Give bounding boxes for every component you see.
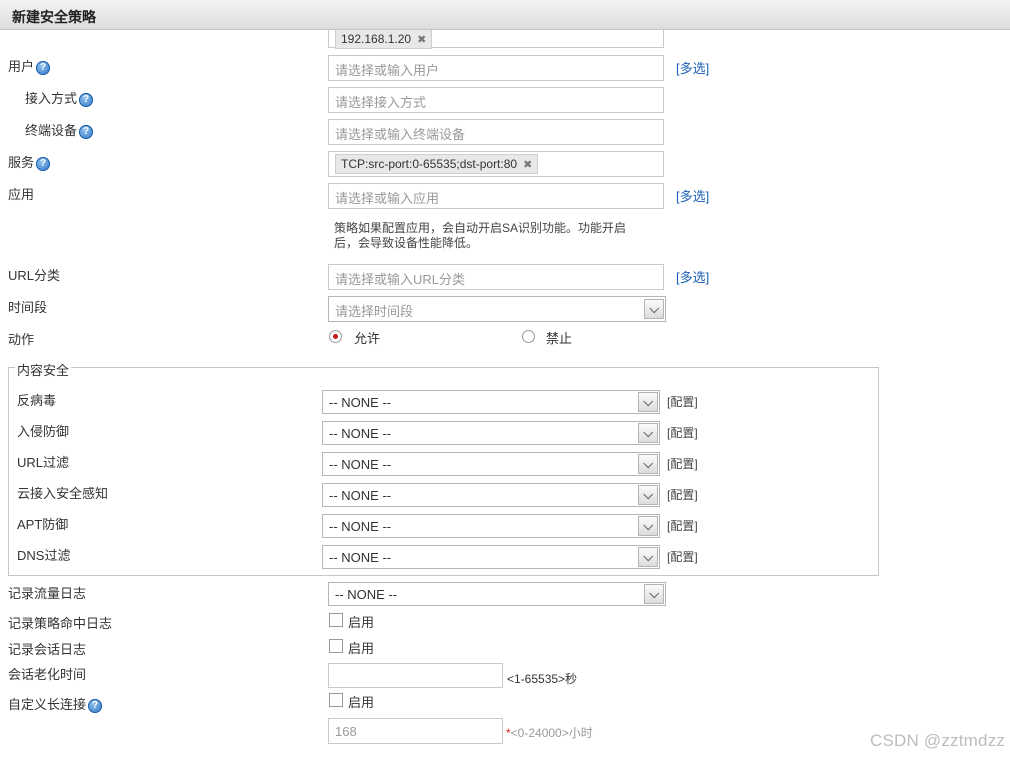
policy-hit-log-checkbox-label: 启用 [348,615,375,630]
ips-label: 入侵防御 [17,424,70,439]
chevron-down-icon[interactable] [644,584,664,604]
watermark: CSDN @zztmdzz [870,731,1006,750]
help-icon[interactable]: ? [36,60,51,75]
application-note: 策略如果配置应用，会自动开启SA识别功能。功能开启 后，会导致设备性能降低。 [334,221,627,250]
remove-tag-icon[interactable]: ✖ [523,159,532,171]
user-label: 用户? [8,56,51,75]
help-icon[interactable]: ? [88,698,103,713]
ips-select[interactable]: -- NONE -- [322,421,660,445]
dns-filter-config-link[interactable]: [配置] [667,548,698,565]
policy-hit-log-label: 记录策略命中日志 [8,616,113,631]
cloud-security-select[interactable]: -- NONE -- [322,483,660,507]
chevron-down-icon[interactable] [638,423,658,443]
long-connection-hours-input[interactable]: 168 [328,718,503,744]
long-connection-range: *<0-24000>小时 [506,726,593,740]
chevron-down-icon[interactable] [638,485,658,505]
terminal-device-input[interactable]: 请选择或输入终端设备 [328,119,664,145]
antivirus-select[interactable]: -- NONE -- [322,390,660,414]
session-aging-range: <1-65535>秒 [507,672,578,686]
cloud-security-label: 云接入安全感知 [17,486,109,501]
application-multi-select-link[interactable]: [多选] [676,186,709,205]
service-tag: TCP:src-port:0-65535;dst-port:80 ✖ [335,154,539,174]
dns-filter-select[interactable]: -- NONE -- [322,545,660,569]
time-range-select[interactable]: 请选择时间段 [328,296,666,322]
chevron-down-icon[interactable] [638,516,658,536]
remove-tag-icon[interactable]: ✖ [417,34,426,46]
url-filter-select[interactable]: -- NONE -- [322,452,660,476]
access-mode-input[interactable]: 请选择接入方式 [328,87,664,113]
dialog-title: 新建安全策略 [0,0,1010,30]
dns-filter-label: DNS过滤 [17,548,71,563]
allow-radio[interactable] [329,330,342,343]
source-address-tag: 192.168.1.20 ✖ [335,29,433,49]
session-log-label: 记录会话日志 [8,642,87,657]
deny-radio-label: 禁止 [546,331,573,346]
help-icon[interactable]: ? [79,92,94,107]
terminal-device-label: 终端设备? [25,120,94,139]
session-aging-label: 会话老化时间 [8,667,87,682]
service-input[interactable]: TCP:src-port:0-65535;dst-port:80 ✖ [328,151,664,177]
access-mode-label: 接入方式? [25,88,94,107]
traffic-log-select[interactable]: -- NONE -- [328,582,666,606]
traffic-log-label: 记录流量日志 [8,586,87,601]
ips-config-link[interactable]: [配置] [667,424,698,441]
cloud-security-config-link[interactable]: [配置] [667,486,698,503]
chevron-down-icon[interactable] [638,454,658,474]
long-connection-checkbox[interactable] [329,693,343,707]
apt-defense-select[interactable]: -- NONE -- [322,514,660,538]
apt-defense-config-link[interactable]: [配置] [667,517,698,534]
help-icon[interactable]: ? [36,156,51,171]
url-filter-label: URL过滤 [17,455,70,470]
deny-radio[interactable] [522,330,535,343]
user-multi-select-link[interactable]: [多选] [676,58,709,77]
user-input[interactable]: 请选择或输入用户 [328,55,664,81]
application-input[interactable]: 请选择或输入应用 [328,183,664,209]
url-category-input[interactable]: 请选择或输入URL分类 [328,264,664,290]
antivirus-config-link[interactable]: [配置] [667,393,698,410]
url-category-label: URL分类 [8,268,61,283]
long-connection-label: 自定义长连接? [8,694,103,713]
chevron-down-icon[interactable] [644,299,664,319]
service-label: 服务? [8,152,51,171]
long-connection-checkbox-label: 启用 [348,695,375,710]
action-label: 动作 [8,332,35,347]
allow-radio-label: 允许 [354,331,381,346]
help-icon[interactable]: ? [79,124,94,139]
session-log-checkbox[interactable] [329,639,343,653]
url-filter-config-link[interactable]: [配置] [667,455,698,472]
content-security-legend: 内容安全 [15,360,72,379]
policy-hit-log-checkbox[interactable] [329,613,343,627]
url-category-multi-select-link[interactable]: [多选] [676,267,709,286]
chevron-down-icon[interactable] [638,392,658,412]
session-aging-input[interactable] [328,663,503,688]
antivirus-label: 反病毒 [17,393,57,408]
time-range-label: 时间段 [8,300,48,315]
application-label: 应用 [8,187,35,202]
session-log-checkbox-label: 启用 [348,641,375,656]
apt-defense-label: APT防御 [17,517,69,532]
chevron-down-icon[interactable] [638,547,658,567]
